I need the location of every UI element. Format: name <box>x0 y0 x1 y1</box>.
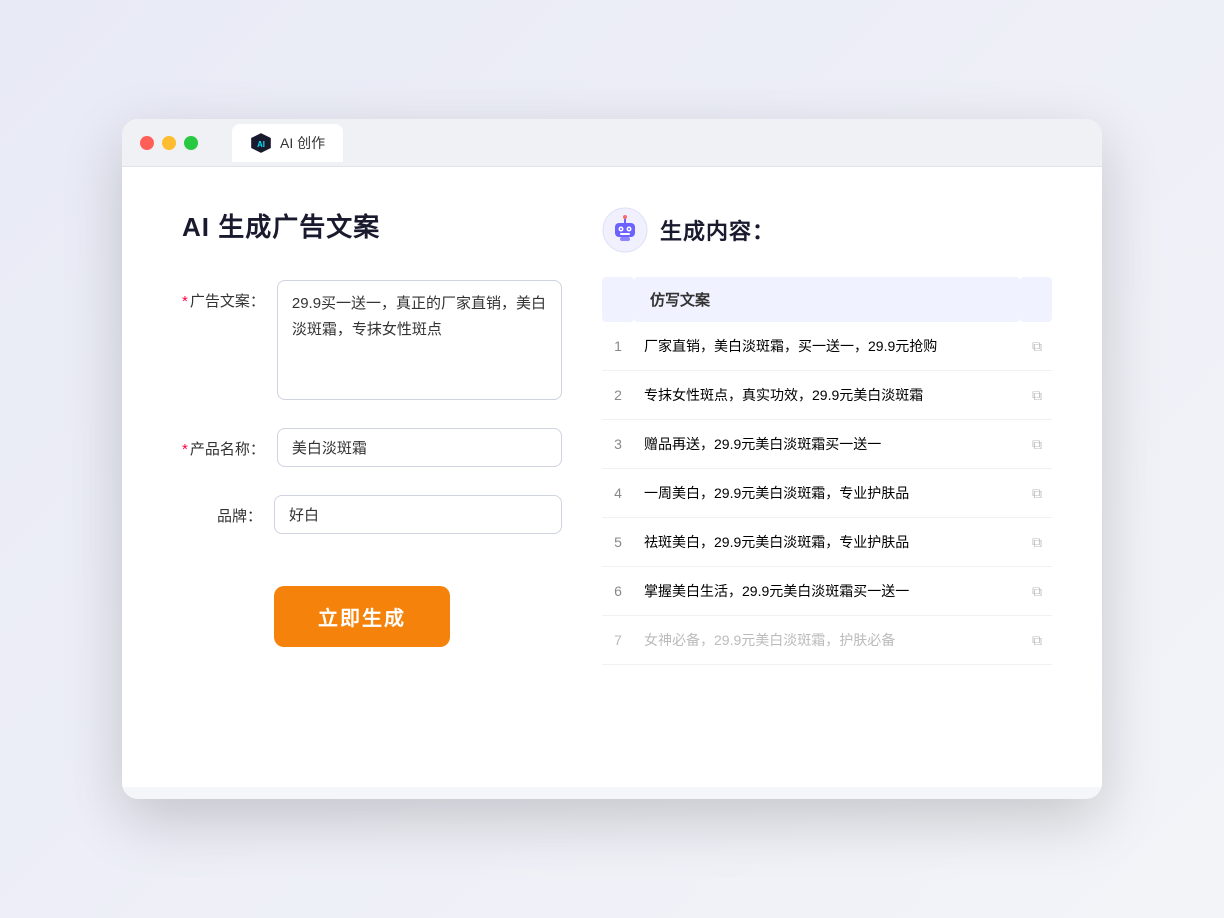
ad-copy-label: *广告文案： <box>182 280 265 311</box>
brand-input[interactable] <box>274 495 562 534</box>
row-number: 7 <box>602 616 634 665</box>
row-number: 4 <box>602 469 634 518</box>
row-number: 2 <box>602 371 634 420</box>
result-column-header: 仿写文案 <box>634 277 1020 322</box>
table-row: 5 祛斑美白，29.9元美白淡斑霜，专业护肤品 ⧉ <box>602 518 1052 567</box>
table-row: 1 厂家直销，美白淡斑霜，买一送一，29.9元抢购 ⧉ <box>602 322 1052 371</box>
row-number: 6 <box>602 567 634 616</box>
row-text: 专抹女性斑点，真实功效，29.9元美白淡斑霜 <box>634 371 1020 420</box>
left-panel: AI 生成广告文案 *广告文案： 29.9买一送一，真正的厂家直销，美白淡斑霜，… <box>182 207 562 747</box>
copy-icon[interactable]: ⧉ <box>1020 518 1052 567</box>
generate-button[interactable]: 立即生成 <box>274 586 450 647</box>
row-text: 女神必备，29.9元美白淡斑霜，护肤必备 <box>634 616 1020 665</box>
title-bar: AI AI 创作 <box>122 119 1102 167</box>
traffic-lights <box>140 136 198 150</box>
copy-icon[interactable]: ⧉ <box>1020 469 1052 518</box>
result-table: 仿写文案 1 厂家直销，美白淡斑霜，买一送一，29.9元抢购 ⧉ 2 专抹女性斑… <box>602 277 1052 665</box>
page-title: AI 生成广告文案 <box>182 207 562 244</box>
row-text: 厂家直销，美白淡斑霜，买一送一，29.9元抢购 <box>634 322 1020 371</box>
brand-label: 品牌： <box>182 495 262 526</box>
copy-icon[interactable]: ⧉ <box>1020 322 1052 371</box>
robot-icon <box>602 207 648 253</box>
result-table-head: 仿写文案 <box>602 277 1052 322</box>
copy-icon[interactable]: ⧉ <box>1020 371 1052 420</box>
product-name-label: *产品名称： <box>182 428 265 459</box>
tab-ai-creation[interactable]: AI AI 创作 <box>232 124 343 162</box>
copy-icon[interactable]: ⧉ <box>1020 616 1052 665</box>
table-row: 3 赠品再送，29.9元美白淡斑霜买一送一 ⧉ <box>602 420 1052 469</box>
table-row: 6 掌握美白生活，29.9元美白淡斑霜买一送一 ⧉ <box>602 567 1052 616</box>
product-name-input[interactable] <box>277 428 562 467</box>
ad-copy-row: *广告文案： 29.9买一送一，真正的厂家直销，美白淡斑霜，专抹女性斑点 <box>182 280 562 400</box>
brand-row: 品牌： <box>182 495 562 534</box>
required-star-2: * <box>182 441 188 458</box>
row-text: 赠品再送，29.9元美白淡斑霜买一送一 <box>634 420 1020 469</box>
result-header: 生成内容： <box>602 207 1052 253</box>
row-text: 祛斑美白，29.9元美白淡斑霜，专业护肤品 <box>634 518 1020 567</box>
result-table-body: 1 厂家直销，美白淡斑霜，买一送一，29.9元抢购 ⧉ 2 专抹女性斑点，真实功… <box>602 322 1052 665</box>
row-number: 3 <box>602 420 634 469</box>
product-name-row: *产品名称： <box>182 428 562 467</box>
tab-label: AI 创作 <box>280 133 325 153</box>
required-star-1: * <box>182 293 188 310</box>
copy-icon[interactable]: ⧉ <box>1020 567 1052 616</box>
ad-copy-input[interactable]: 29.9买一送一，真正的厂家直销，美白淡斑霜，专抹女性斑点 <box>277 280 562 400</box>
row-number: 1 <box>602 322 634 371</box>
copy-icon[interactable]: ⧉ <box>1020 420 1052 469</box>
content-area: AI 生成广告文案 *广告文案： 29.9买一送一，真正的厂家直销，美白淡斑霜，… <box>122 167 1102 787</box>
row-number: 5 <box>602 518 634 567</box>
browser-window: AI AI 创作 AI 生成广告文案 *广告文案： 29.9买一送一，真正的厂家… <box>122 119 1102 799</box>
table-row: 7 女神必备，29.9元美白淡斑霜，护肤必备 ⧉ <box>602 616 1052 665</box>
table-row: 2 专抹女性斑点，真实功效，29.9元美白淡斑霜 ⧉ <box>602 371 1052 420</box>
svg-text:AI: AI <box>257 139 265 148</box>
row-text: 掌握美白生活，29.9元美白淡斑霜买一送一 <box>634 567 1020 616</box>
result-section-title: 生成内容： <box>660 214 775 246</box>
minimize-button[interactable] <box>162 136 176 150</box>
right-panel: 生成内容： 仿写文案 1 厂家直销，美白淡斑霜，买一送一，29.9元抢购 ⧉ 2… <box>602 207 1052 747</box>
table-row: 4 一周美白，29.9元美白淡斑霜，专业护肤品 ⧉ <box>602 469 1052 518</box>
row-text: 一周美白，29.9元美白淡斑霜，专业护肤品 <box>634 469 1020 518</box>
maximize-button[interactable] <box>184 136 198 150</box>
ai-tab-icon: AI <box>250 132 272 154</box>
close-button[interactable] <box>140 136 154 150</box>
